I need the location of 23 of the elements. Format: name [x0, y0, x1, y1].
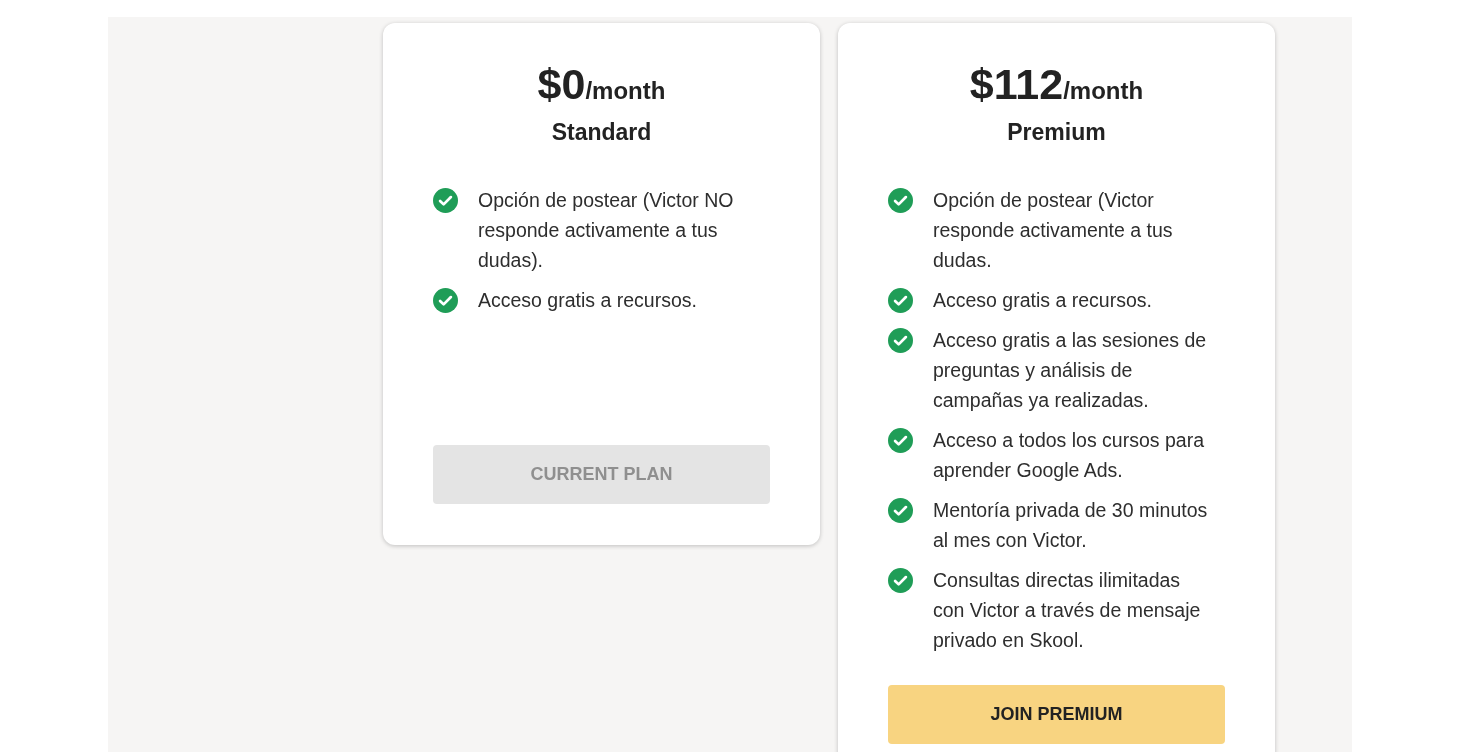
check-circle-icon — [888, 498, 913, 523]
price-period: /month — [585, 77, 666, 106]
plan-price: $0 — [537, 59, 586, 109]
plan-name: Premium — [1007, 118, 1106, 147]
check-circle-icon — [888, 328, 913, 353]
feature-text: Acceso a todos los cursos para aprender Google Ads. — [933, 428, 1205, 483]
feature-text: Acceso gratis a recursos. — [478, 288, 697, 313]
feature-text: Acceso gratis a recursos. — [933, 288, 1152, 313]
check-circle-icon — [888, 288, 913, 313]
check-circle-icon — [888, 428, 913, 453]
join-button[interactable]: JOIN PREMIUM — [888, 685, 1225, 744]
plan-name: Standard — [551, 118, 652, 147]
feature-text: Acceso gratis a las sesiones de preguntas y análisis de campañas ya realizadas. — [933, 328, 1208, 413]
feature-text: Opción de postear (Victor NO responde activamente a tus dudas). — [478, 188, 735, 273]
feature-text: Mentoría privada de 30 minutos al mes con Victor. — [933, 498, 1209, 553]
price-period: /month — [1063, 77, 1144, 106]
plan-price: $112 — [969, 59, 1064, 109]
check-circle-icon — [433, 188, 458, 213]
check-circle-icon — [888, 188, 913, 213]
feature-text: Opción de postear (Victor responde activamente a tus dudas. — [933, 188, 1174, 273]
check-circle-icon — [888, 568, 913, 593]
feature-text: Consultas directas ilimitadas con Victor a través de mensaje privado en Skool. — [933, 568, 1202, 653]
check-circle-icon — [433, 288, 458, 313]
